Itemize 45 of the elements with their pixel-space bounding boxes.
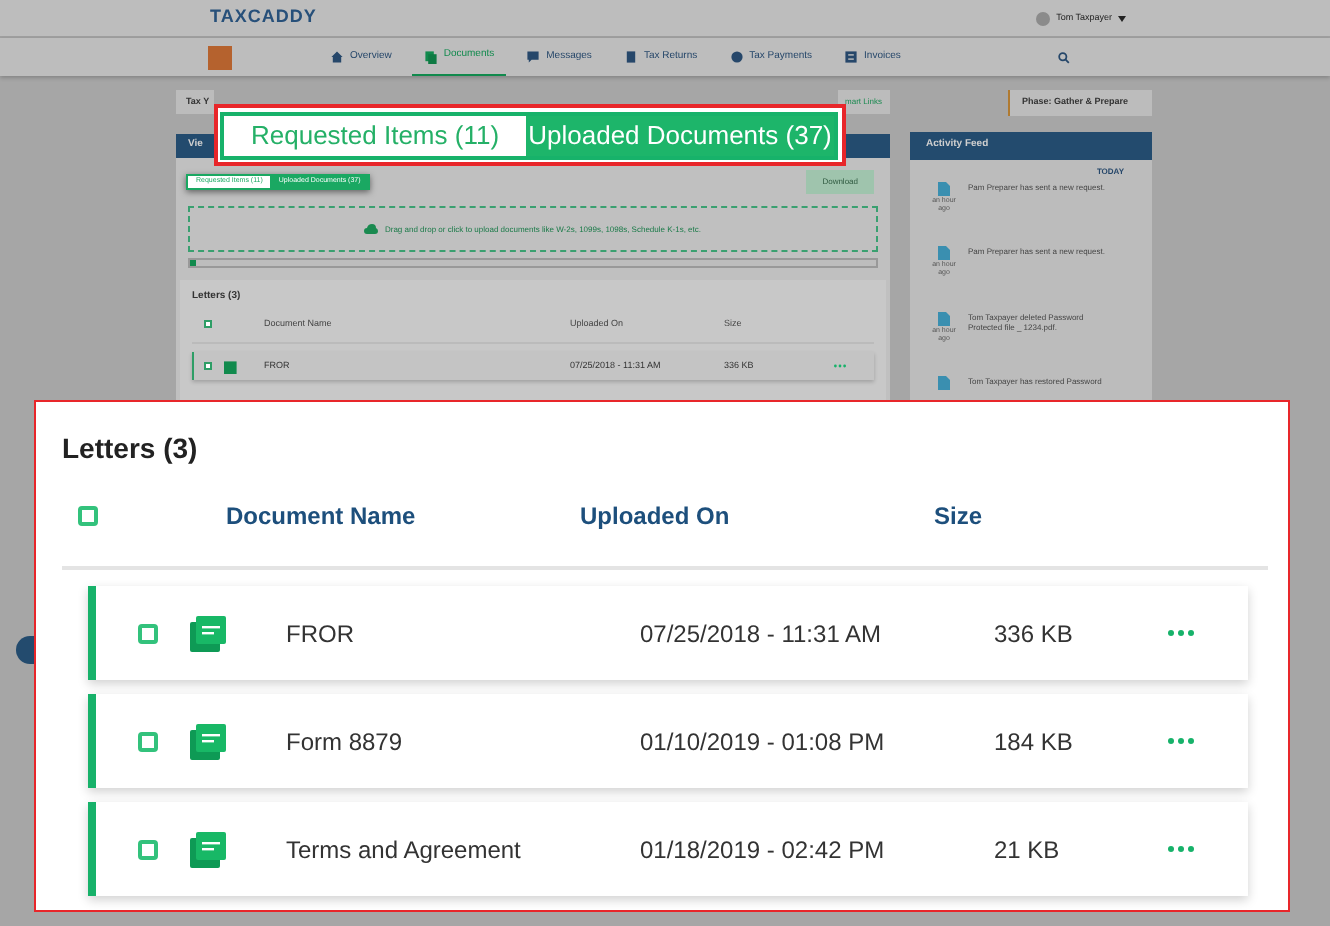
upload-date: 01/10/2019 - 01:08 PM [640,725,887,759]
column-header: Document Name [226,500,418,534]
document-name: FROR [286,617,356,651]
document-icon [938,246,950,261]
document-icon [423,49,438,63]
checkbox[interactable] [78,506,98,526]
cloud-upload-icon [364,224,379,234]
document-icon [938,375,950,390]
file-size: 21 KB [994,833,1062,867]
document-name: Form 8879 [286,725,405,759]
pdf-file-icon [224,359,238,374]
document-icon [938,311,950,325]
more-options-icon[interactable] [1168,630,1194,636]
home-icon [330,50,344,64]
section-title: Letters (3) [62,430,200,468]
document-icon [938,181,950,196]
document-icon [623,50,638,64]
document-name: Terms and Agreement [286,833,523,867]
column-header: Size [934,500,985,534]
more-options-icon[interactable] [1168,738,1194,744]
checkbox[interactable] [204,362,212,371]
file-size: 336 KB [994,617,1075,651]
caret-icon [1118,15,1126,21]
checkbox[interactable] [138,839,158,859]
pdf-file-icon [190,831,226,867]
invoice-icon [844,50,859,64]
document-row[interactable]: Form 8879 01/10/2019 - 01:08 PM 184 KB [88,694,1248,788]
search-icon[interactable] [1058,51,1070,63]
firm-logo-icon [208,45,232,69]
upload-date: 07/25/2018 - 11:31 AM [640,617,884,651]
pdf-file-icon [190,615,226,651]
document-row[interactable]: FROR 07/25/2018 - 11:31 AM 336 KB [88,586,1248,680]
avatar-icon [1036,11,1051,25]
upload-date: 01/18/2019 - 02:42 PM [640,833,887,867]
document-row[interactable]: Terms and Agreement 01/18/2019 - 02:42 PM 21 KB [88,802,1248,896]
checkbox[interactable] [138,731,158,751]
chat-icon [526,50,541,64]
checkbox[interactable] [204,319,212,328]
column-header: Uploaded On [580,500,732,534]
more-options-icon[interactable] [1168,846,1194,852]
logo[interactable]: TAXCADDY [210,4,317,32]
checkbox[interactable] [138,623,158,643]
pdf-file-icon [190,723,226,759]
file-size: 184 KB [994,725,1075,759]
more-options-icon[interactable] [834,364,846,369]
